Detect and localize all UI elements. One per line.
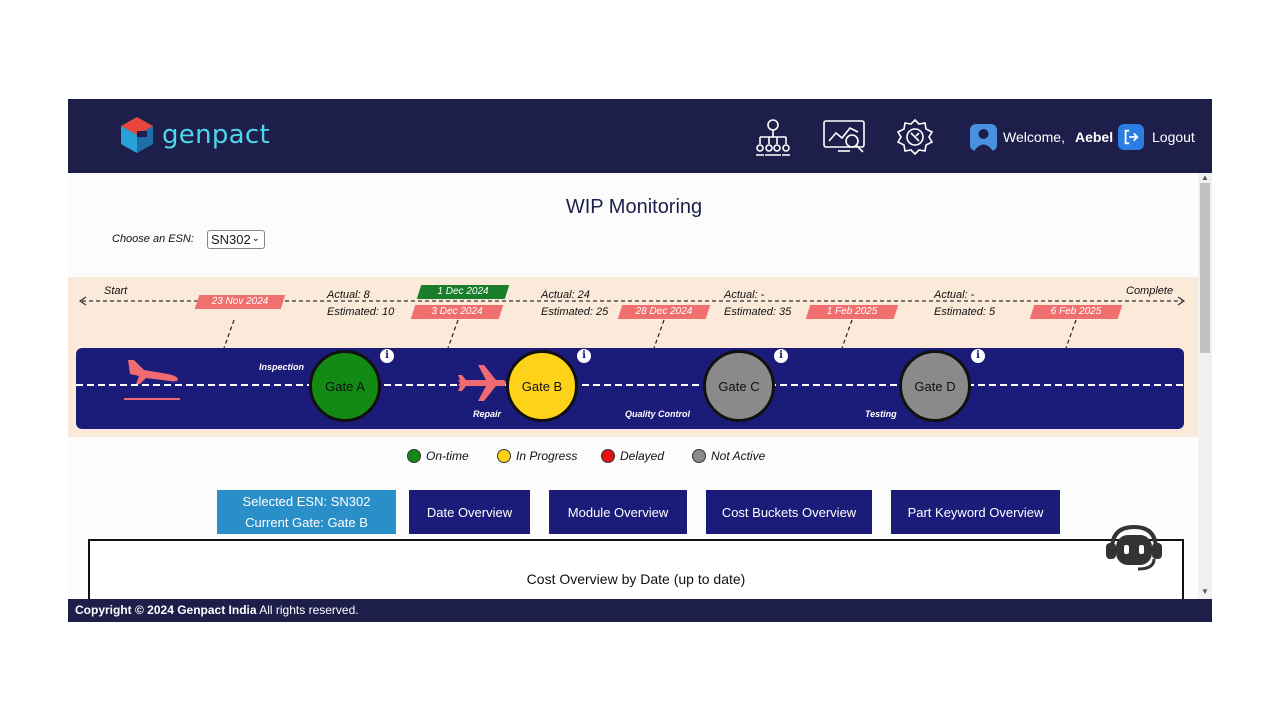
date-tag: 23 Nov 2024 <box>194 295 286 309</box>
stat-estimated: Estimated: 10 <box>327 306 395 318</box>
selected-esn-text: Selected ESN: SN302 <box>242 494 371 509</box>
genpact-logo-icon <box>121 117 153 153</box>
cost-overview-title: Cost Overview by Date (up to date) <box>526 571 746 587</box>
gate-label: Gate B <box>521 378 563 394</box>
legend-label: In Progress <box>516 449 578 463</box>
top-navbar: genpact Welcome, Aebel Logout <box>68 99 1212 173</box>
logout-button[interactable]: Logout <box>1118 123 1195 151</box>
date-tag: 1 Feb 2025 <box>805 305 899 319</box>
page-title: WIP Monitoring <box>565 196 703 218</box>
legend-label: Not Active <box>711 449 766 463</box>
gate-timeline: Start Complete 23 Nov 2024 1 Dec 2024 3 … <box>68 277 1198 437</box>
footer-copyright: Copyright © 2024 Genpact India <box>75 603 257 617</box>
stat-actual: Actual: - <box>724 289 765 301</box>
user-avatar-icon[interactable] <box>970 123 997 151</box>
airplane-icon <box>458 365 506 401</box>
timeline-start-label: Start <box>104 285 128 297</box>
legend-dot <box>497 449 511 463</box>
stage-label: Inspection <box>259 362 305 372</box>
gate-a-circle[interactable]: Gate A <box>309 350 381 422</box>
info-icon[interactable]: i <box>577 349 591 363</box>
stat-actual: Actual: 8 <box>327 289 370 301</box>
info-icon[interactable]: i <box>774 349 788 363</box>
legend-item: Delayed <box>601 447 664 465</box>
date-tag-completed: 1 Dec 2024 <box>416 285 510 299</box>
legend-item: On-time <box>407 447 469 465</box>
date-overview-button[interactable]: Date Overview <box>409 490 530 534</box>
footer-rights: All rights reserved. <box>256 603 359 617</box>
hierarchy-icon[interactable] <box>750 117 796 157</box>
genpact-logo[interactable]: genpact <box>120 115 270 155</box>
esn-label: Choose an ESN: <box>112 233 194 245</box>
page-scrollbar[interactable]: ▲ ▼ <box>1198 173 1212 599</box>
esn-selected-value: SN302 <box>211 232 251 247</box>
legend-dot <box>407 449 421 463</box>
legend-label: On-time <box>426 449 469 463</box>
chatbot-icon[interactable] <box>1102 523 1166 573</box>
legend-dot <box>692 449 706 463</box>
legend-label: Delayed <box>620 449 665 463</box>
scroll-thumb[interactable] <box>1200 183 1210 353</box>
stage-label: Repair <box>473 409 502 419</box>
app-window: genpact Welcome, Aebel Logout ▲ ▼ WIP Mo… <box>68 99 1212 622</box>
welcome-area: Welcome, Aebel <box>970 123 1113 151</box>
legend-dot <box>601 449 615 463</box>
gate-label: Gate D <box>914 378 956 394</box>
footer: Copyright © 2024 Genpact India All right… <box>68 599 1212 622</box>
gate-label: Gate A <box>325 378 365 394</box>
info-icon[interactable]: i <box>971 349 985 363</box>
part-keyword-overview-button[interactable]: Part Keyword Overview <box>891 490 1060 534</box>
scroll-down-icon[interactable]: ▼ <box>1200 587 1210 596</box>
logout-icon <box>1118 124 1144 150</box>
timeline-complete-label: Complete <box>1126 285 1174 297</box>
stage-label: Quality Control <box>625 409 690 419</box>
stat-estimated: Estimated: 25 <box>541 306 609 318</box>
esn-select[interactable]: SN302 ⌄ <box>207 230 265 249</box>
stat-actual: Actual: 24 <box>541 289 590 301</box>
settings-tools-icon[interactable] <box>892 117 938 157</box>
module-overview-button[interactable]: Module Overview <box>549 490 687 534</box>
gate-c-circle[interactable]: Gate C <box>703 350 775 422</box>
airplane-landing-icon <box>128 360 178 384</box>
info-icon[interactable]: i <box>380 349 394 363</box>
stat-estimated: Estimated: 5 <box>934 306 996 318</box>
gate-d-circle[interactable]: Gate D <box>899 350 971 422</box>
stage-label: Testing <box>865 409 897 419</box>
stat-actual: Actual: - <box>934 289 975 301</box>
selected-esn-card: Selected ESN: SN302 Current Gate: Gate B <box>217 490 396 534</box>
user-name: Aebel <box>1074 129 1114 145</box>
brand-name: genpact <box>162 120 271 150</box>
legend-item: Not Active <box>692 447 765 465</box>
gate-runway: Gate A i Gate B i Gate C i Gate D i Insp… <box>76 348 1184 429</box>
scroll-up-icon[interactable]: ▲ <box>1200 173 1210 182</box>
welcome-label: Welcome, <box>1003 129 1065 145</box>
cost-buckets-overview-button[interactable]: Cost Buckets Overview <box>706 490 872 534</box>
gate-label: Gate C <box>718 378 760 394</box>
gate-b-circle[interactable]: Gate B <box>506 350 578 422</box>
stat-estimated: Estimated: 35 <box>724 306 792 318</box>
date-tag: 28 Dec 2024 <box>617 305 711 319</box>
chevron-down-icon: ⌄ <box>251 233 260 244</box>
logout-label: Logout <box>1152 129 1195 145</box>
date-tag: 3 Dec 2024 <box>410 305 504 319</box>
date-tag: 6 Feb 2025 <box>1029 305 1123 319</box>
analytics-search-icon[interactable] <box>822 117 868 157</box>
current-gate-text: Current Gate: Gate B <box>245 515 368 530</box>
legend-item: In Progress <box>497 447 577 465</box>
